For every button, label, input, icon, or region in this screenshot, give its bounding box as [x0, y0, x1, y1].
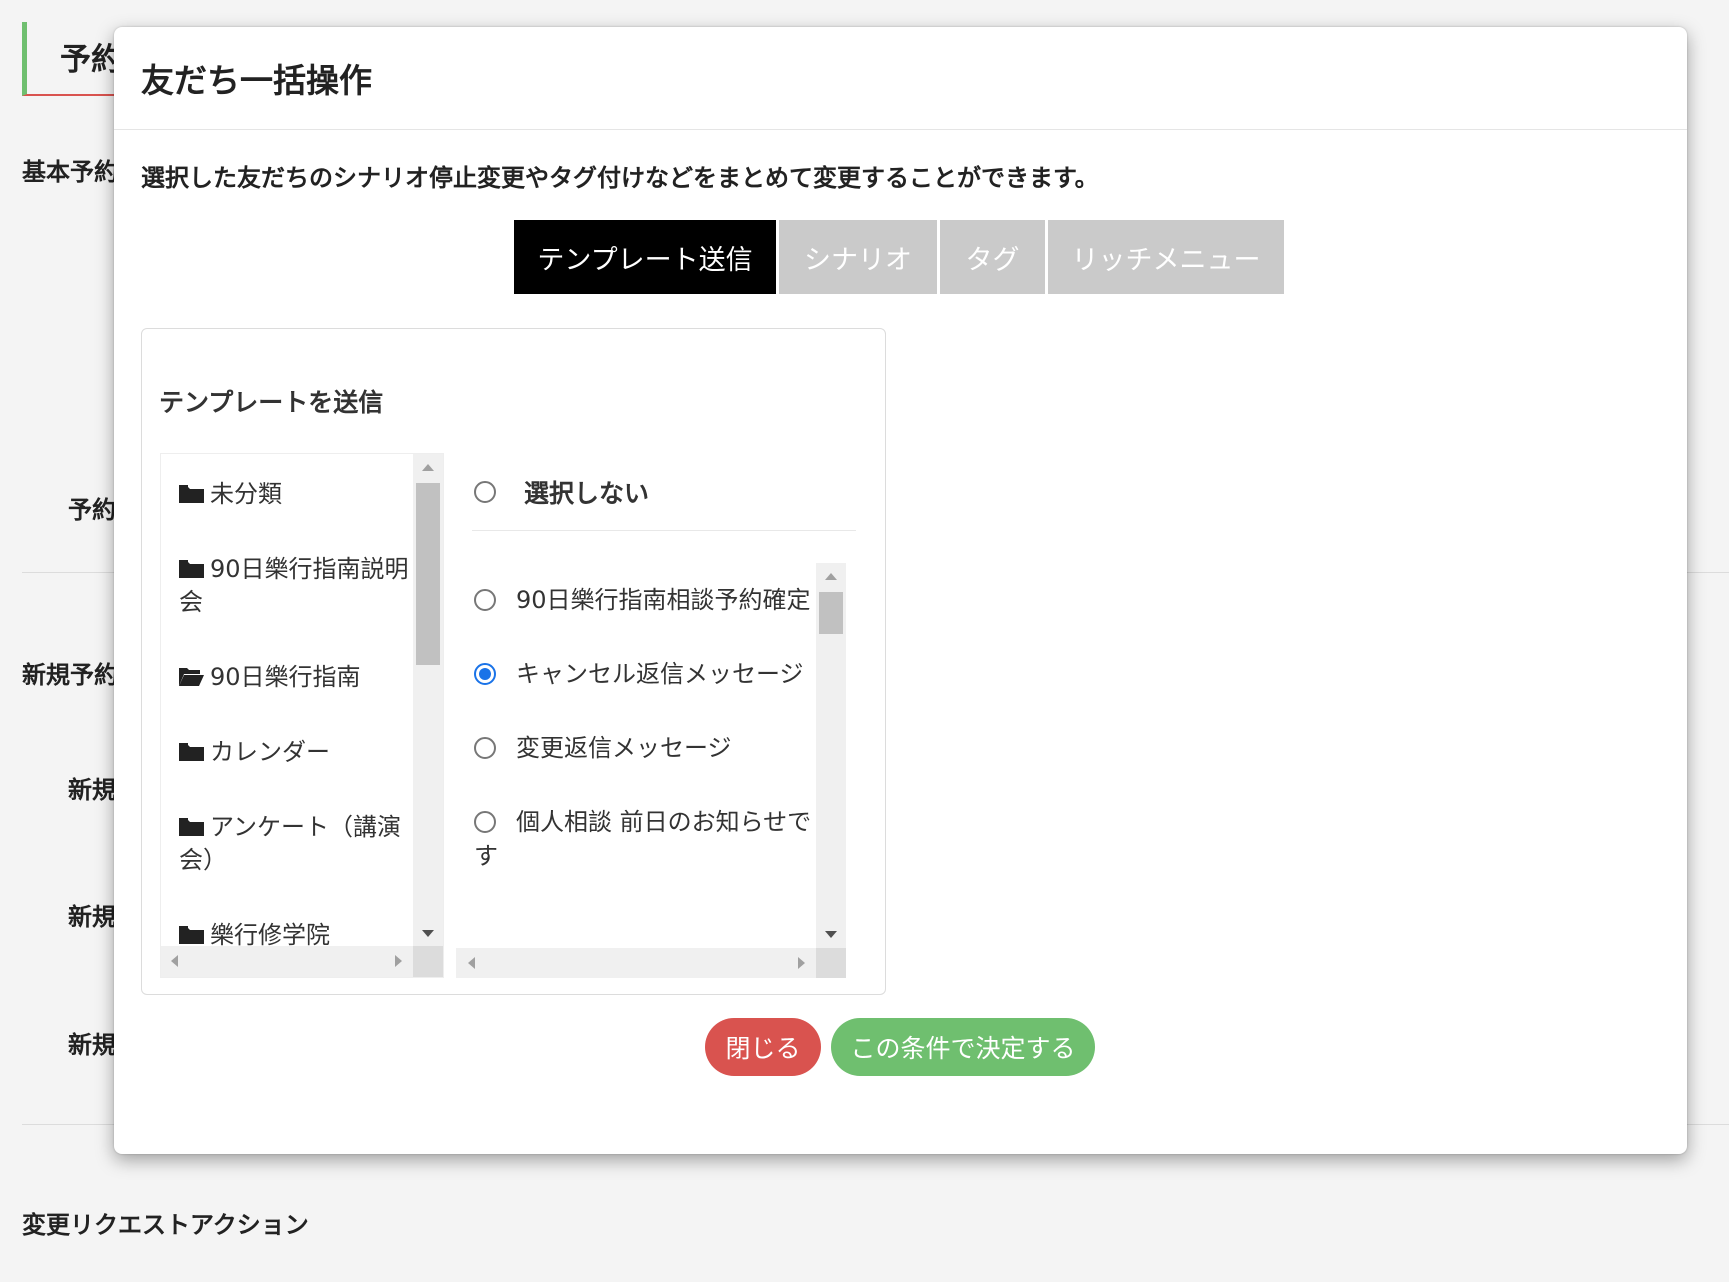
close-button[interactable]: 閉じる: [705, 1018, 821, 1076]
folder-open-icon: [179, 667, 204, 686]
bulk-operation-modal: 友だち一括操作 選択した友だちのシナリオ停止変更やタグ付けなどをまとめて変更する…: [114, 27, 1687, 1154]
bg-label: 新規: [68, 776, 116, 804]
scroll-thumb[interactable]: [416, 483, 440, 665]
folder-vertical-scrollbar[interactable]: [413, 454, 443, 946]
scroll-up-arrow-icon[interactable]: [825, 573, 837, 580]
modal-title: 友だち一括操作: [141, 61, 372, 100]
folder-icon: [179, 817, 204, 836]
no-selection-option[interactable]: 選択しない: [472, 453, 856, 531]
panel-title: テンプレートを送信: [159, 388, 384, 417]
template-radio[interactable]: [474, 737, 496, 759]
scroll-up-arrow-icon[interactable]: [422, 464, 434, 471]
tab-rich-menu[interactable]: リッチメニュー: [1048, 220, 1284, 294]
scrollbar-corner: [413, 946, 443, 977]
scrollbar-corner: [816, 948, 846, 978]
section-title: 変更リクエストアクション: [22, 1211, 309, 1239]
template-horizontal-scrollbar[interactable]: [456, 948, 816, 978]
scroll-down-arrow-icon[interactable]: [422, 930, 434, 937]
bg-label: 新規予約: [22, 661, 118, 689]
modal-description: 選択した友だちのシナリオ停止変更やタグ付けなどをまとめて変更することができます。: [141, 164, 1099, 192]
bg-label: 予約: [68, 496, 116, 524]
folder-icon: [179, 742, 204, 761]
bg-label: 新規: [68, 903, 116, 931]
template-panel: テンプレートを送信 未分類 90日樂行指南説明会 90日樂行指南 カレンダー ア…: [141, 328, 886, 995]
template-vertical-scrollbar[interactable]: [816, 563, 846, 948]
folder-icon: [179, 559, 204, 578]
scroll-thumb[interactable]: [819, 592, 843, 634]
confirm-button[interactable]: この条件で決定する: [831, 1018, 1095, 1076]
folder-item[interactable]: アンケート（講演会）: [179, 811, 413, 877]
folder-item[interactable]: カレンダー: [179, 736, 413, 769]
folder-list: 未分類 90日樂行指南説明会 90日樂行指南 カレンダー アンケート（講演会） …: [161, 454, 413, 946]
scroll-right-arrow-icon[interactable]: [395, 955, 402, 967]
folder-list-box: 未分類 90日樂行指南説明会 90日樂行指南 カレンダー アンケート（講演会） …: [160, 453, 444, 978]
template-list-box: 90日樂行指南相談予約確定 キャンセル返信メッセージ 変更返信メッセージ 個人相…: [456, 563, 856, 978]
bg-label: 基本予約: [22, 158, 118, 186]
template-list: 90日樂行指南相談予約確定 キャンセル返信メッセージ 変更返信メッセージ 個人相…: [456, 563, 816, 948]
modal-header: 友だち一括操作: [114, 27, 1687, 130]
tab-scenario[interactable]: シナリオ: [779, 220, 937, 294]
folder-horizontal-scrollbar[interactable]: [161, 946, 413, 977]
template-radio-checked[interactable]: [474, 663, 496, 685]
template-radio[interactable]: [474, 589, 496, 611]
folder-item[interactable]: 90日樂行指南説明会: [179, 553, 413, 619]
scroll-right-arrow-icon[interactable]: [798, 957, 805, 969]
template-option[interactable]: 変更返信メッセージ: [474, 731, 816, 765]
template-option[interactable]: キャンセル返信メッセージ: [474, 657, 816, 691]
template-option[interactable]: 個人相談 前日のお知らせです: [474, 805, 816, 873]
folder-item[interactable]: 樂行修学院: [179, 919, 413, 946]
template-option[interactable]: 90日樂行指南相談予約確定: [474, 583, 816, 617]
scroll-left-arrow-icon[interactable]: [171, 955, 178, 967]
scroll-left-arrow-icon[interactable]: [468, 957, 475, 969]
no-selection-label: 選択しない: [524, 478, 650, 508]
scroll-down-arrow-icon[interactable]: [825, 931, 837, 938]
template-radio[interactable]: [474, 811, 496, 833]
tab-tag[interactable]: タグ: [940, 220, 1045, 294]
folder-icon: [179, 484, 204, 503]
tab-bar: テンプレート送信 シナリオ タグ リッチメニュー: [514, 220, 1284, 294]
bg-label: 新規: [68, 1031, 116, 1059]
no-selection-radio[interactable]: [474, 480, 496, 503]
folder-item[interactable]: 90日樂行指南: [179, 661, 413, 694]
folder-icon: [179, 925, 204, 944]
tab-template-send[interactable]: テンプレート送信: [514, 220, 776, 294]
folder-item[interactable]: 未分類: [179, 478, 413, 511]
